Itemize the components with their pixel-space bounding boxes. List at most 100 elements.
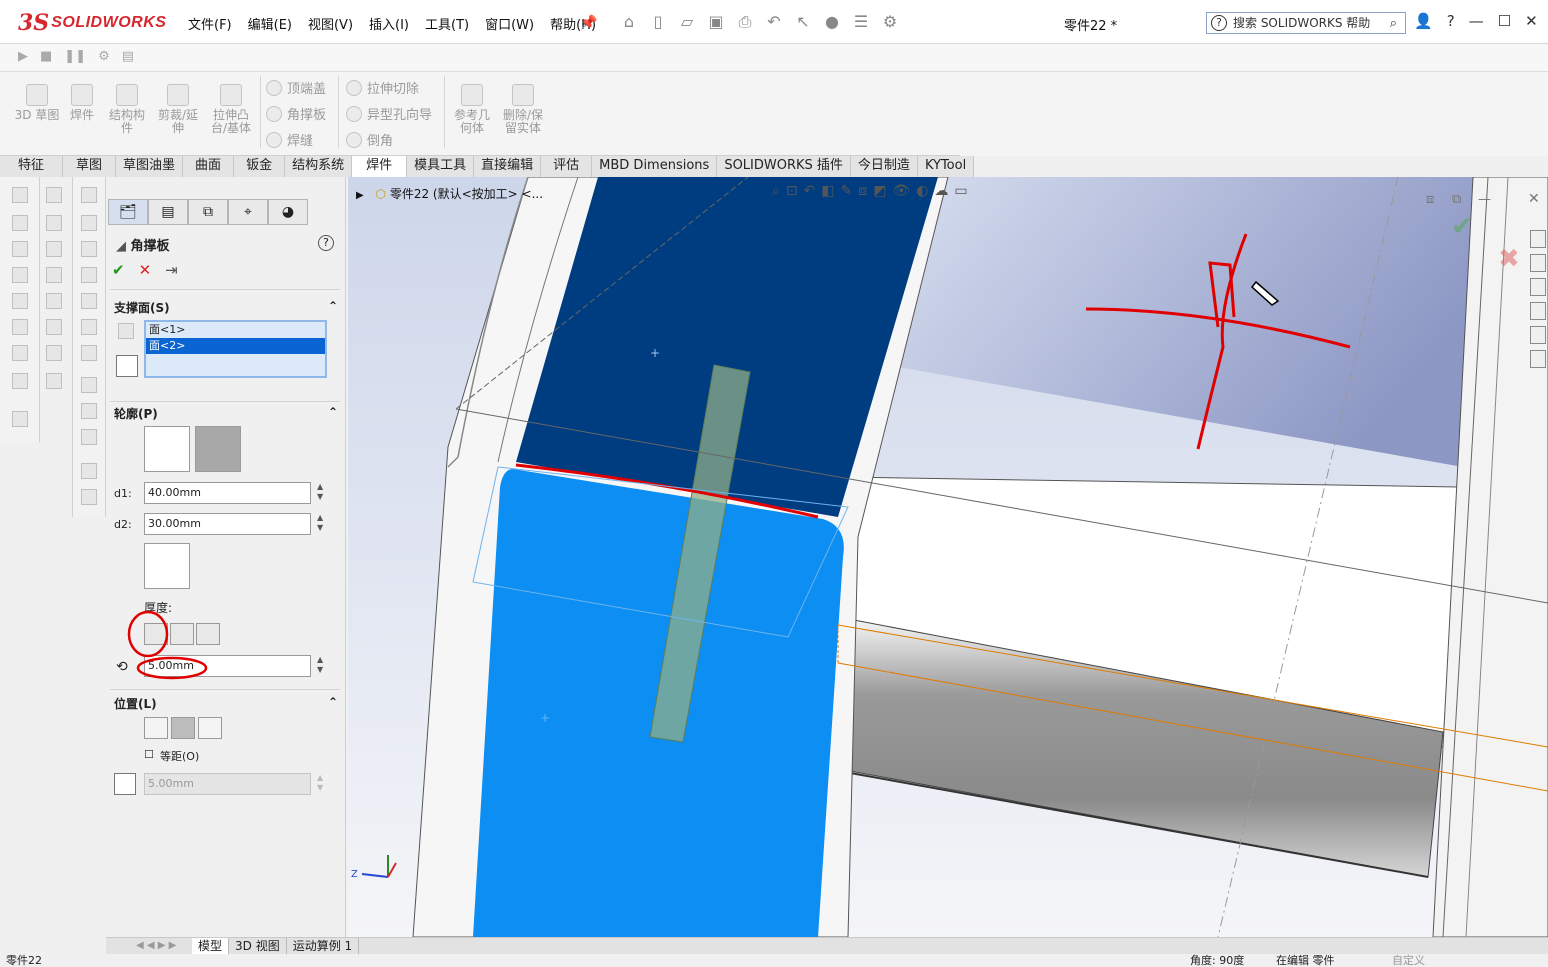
help-search-input[interactable]: ? 搜索 SOLIDWORKS 帮助 ⌕	[1206, 12, 1406, 34]
thickness-spinner[interactable]: ▲ ▼	[317, 655, 327, 677]
offset-checkbox[interactable]: ☐	[144, 748, 154, 761]
expand-arrow-icon[interactable]: ▶	[356, 190, 364, 201]
tab-structure-system[interactable]: 结构系统	[285, 156, 353, 177]
macro-new-icon[interactable]: ▤	[122, 49, 134, 64]
tab-sketch-ink[interactable]: 草图油墨	[116, 156, 184, 177]
close-button[interactable]: ✕	[1525, 12, 1538, 30]
feature-tool-icon[interactable]	[81, 429, 97, 445]
menu-view[interactable]: 视图(V)	[300, 14, 361, 33]
feature-tool-icon[interactable]	[81, 489, 97, 505]
d2-input[interactable]: 30.00mm	[144, 513, 311, 535]
feature-tree-flyout[interactable]: ▶ ⬡ 零件22 (默认<按加工> <...	[356, 185, 543, 202]
sketch-tool-icon[interactable]	[12, 215, 28, 231]
trim-extend-button[interactable]: 剪裁/延伸	[154, 84, 202, 135]
tab-model[interactable]: 模型	[192, 938, 230, 954]
help-button[interactable]: ?	[318, 235, 334, 251]
tab-kytool[interactable]: KYTool	[917, 156, 975, 177]
sketch-tool-icon[interactable]	[12, 319, 28, 335]
position-start-button[interactable]	[144, 717, 168, 739]
rectangular-profile-button[interactable]	[144, 426, 190, 472]
graphics-area[interactable]: + + ✔ ✖ ⧈ ⧉ — ✕ ▶ ⬡ 零件22 (默认<按加工> <... ⌕…	[348, 177, 1548, 937]
undo-icon[interactable]: ↶	[763, 12, 785, 32]
position-end-button[interactable]	[198, 717, 222, 739]
maximize-button[interactable]: ☐	[1498, 12, 1511, 30]
tab-scroll-arrows[interactable]: ◀ ◀ ▶ ▶	[106, 938, 192, 954]
delete-keep-body-button[interactable]: 删除/保留实体	[498, 84, 548, 135]
tab-surfaces[interactable]: 曲面	[183, 156, 235, 177]
pause-icon[interactable]: ❚❚	[64, 49, 86, 64]
tab-sheet-metal[interactable]: 钣金	[234, 156, 286, 177]
support-faces-header[interactable]: 支撑面(S) ⌃	[114, 299, 338, 316]
tab-weldments[interactable]: 焊件	[352, 156, 408, 177]
feature-tool-icon[interactable]	[81, 293, 97, 309]
play-icon[interactable]: ▶	[18, 49, 28, 64]
minimize-button[interactable]: —	[1469, 12, 1484, 30]
view-palette-icon[interactable]	[1530, 302, 1546, 320]
feature-manager-tab-icon[interactable]: 🗂	[108, 199, 148, 225]
tab-sketch[interactable]: 草图	[63, 156, 117, 177]
section-view-icon[interactable]: ◧	[821, 183, 834, 199]
sketch-tool-icon[interactable]	[46, 267, 62, 283]
print-icon[interactable]: ⎙	[734, 12, 756, 32]
new-document-icon[interactable]: ▯	[647, 12, 669, 32]
d1-input[interactable]: 40.00mm	[144, 482, 311, 504]
collapse-caret-icon[interactable]: ⌃	[328, 299, 338, 313]
tab-direct-editing[interactable]: 直接编辑	[474, 156, 542, 177]
search-icon[interactable]: ⌕	[1390, 14, 1397, 34]
tab-mbd-dimensions[interactable]: MBD Dimensions	[592, 156, 718, 177]
dimxpert-tab-icon[interactable]: ⌖	[228, 199, 268, 225]
sketch-tool-icon[interactable]	[12, 293, 28, 309]
hole-wizard-button[interactable]: 异型孔向导	[346, 104, 432, 123]
feature-tool-icon[interactable]	[81, 215, 97, 231]
gusset-button[interactable]: 角撑板	[266, 104, 326, 123]
feature-tool-icon[interactable]	[81, 403, 97, 419]
pin-menu-icon[interactable]: 📌	[580, 15, 597, 31]
reverse-direction-icon[interactable]	[116, 355, 138, 377]
tab-solidworks-addins[interactable]: SOLIDWORKS 插件	[717, 156, 851, 177]
d1-spinner[interactable]: ▲ ▼	[317, 482, 327, 504]
app-logo[interactable]: 3S SOLIDWORKS	[18, 8, 166, 38]
zoom-to-fit-icon[interactable]: ⌕	[772, 183, 780, 199]
hide-show-items-icon[interactable]: 👁	[892, 183, 910, 199]
sketch-tool-icon[interactable]	[46, 345, 62, 361]
sketch-tool-icon[interactable]	[12, 241, 28, 257]
model-view[interactable]: + + ✔ ✖ ⧈ ⧉ — ✕	[348, 177, 1548, 937]
extrude-cut-button[interactable]: 拉伸切除	[346, 78, 419, 97]
chamfer-button[interactable]: 倒角	[346, 130, 393, 149]
stop-icon[interactable]: ■	[40, 49, 52, 64]
previous-view-icon[interactable]: ↶	[804, 183, 816, 199]
custom-properties-icon[interactable]	[1530, 350, 1546, 368]
menu-insert[interactable]: 插入(I)	[361, 14, 417, 33]
d2-spinner[interactable]: ▲ ▼	[317, 513, 327, 535]
home-icon[interactable]: ⌂	[618, 12, 640, 32]
solidworks-resources-icon[interactable]	[1530, 230, 1546, 248]
sketch-tool-icon[interactable]	[12, 411, 28, 427]
location-header[interactable]: 位置(L) ⌃	[114, 695, 338, 712]
cancel-button[interactable]: ✕	[139, 261, 152, 279]
chamfer-profile-button[interactable]	[144, 543, 190, 589]
menu-file[interactable]: 文件(F)	[180, 14, 240, 33]
tab-3d-views[interactable]: 3D 视图	[229, 938, 287, 954]
options-gear-icon[interactable]: ⚙	[879, 12, 901, 32]
sketch-tool-icon[interactable]	[12, 373, 28, 389]
edit-appearance-icon[interactable]: ◐	[916, 183, 928, 199]
ref-geometry-button[interactable]: 参考几何体	[450, 84, 494, 135]
ok-button[interactable]: ✔	[112, 261, 125, 279]
user-icon[interactable]: 👤	[1414, 12, 1433, 30]
weldment-button[interactable]: 焊件	[64, 84, 100, 122]
display-manager-tab-icon[interactable]: ◕	[268, 199, 308, 225]
sketch-tool-icon[interactable]	[46, 293, 62, 309]
feature-tool-icon[interactable]	[81, 377, 97, 393]
confirm-ok-icon[interactable]: ✔	[1451, 212, 1473, 242]
zoom-area-icon[interactable]: ⊡	[786, 183, 798, 199]
display-style-icon[interactable]: ◩	[873, 183, 886, 199]
face-item[interactable]: 面<1>	[146, 322, 325, 338]
sketch-tool-icon[interactable]	[46, 241, 62, 257]
help-button[interactable]: ?	[1447, 12, 1455, 30]
file-explorer-icon[interactable]	[1530, 278, 1546, 296]
sketch-tool-icon[interactable]	[12, 345, 28, 361]
collapse-caret-icon[interactable]: ⌃	[328, 405, 338, 419]
menu-edit[interactable]: 编辑(E)	[240, 14, 300, 33]
support-face-list[interactable]: 面<1> 面<2>	[144, 320, 327, 378]
feature-tool-icon[interactable]	[81, 241, 97, 257]
